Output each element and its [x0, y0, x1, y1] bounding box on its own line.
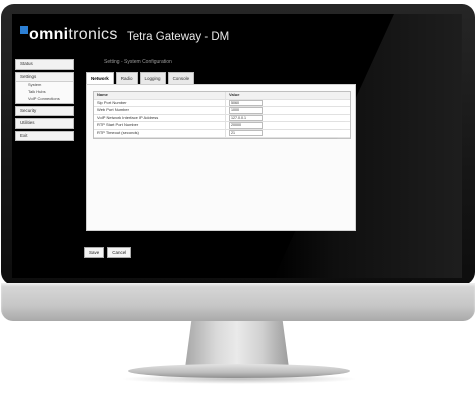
main-content: Setting - System Configuration Network R…	[84, 59, 356, 258]
tab-radio[interactable]: Radio	[115, 72, 138, 84]
monitor-chin	[1, 283, 475, 321]
setting-value-cell: 20000	[226, 122, 350, 129]
tab-console[interactable]: Console	[167, 72, 195, 84]
setting-name: VoIP Network Interface IP Address	[94, 114, 226, 122]
sidebar-item-exit[interactable]: Exit	[15, 130, 74, 142]
setting-name: RTP Timeout (seconds)	[94, 129, 226, 137]
sidebar-subitem-system[interactable]: System	[16, 82, 73, 89]
logo-square-icon	[20, 26, 28, 34]
sidebar-item-status[interactable]: Status	[15, 59, 74, 70]
tab-network[interactable]: Network	[86, 72, 114, 84]
rtp-start-port-input[interactable]: 20000	[229, 122, 263, 129]
sidebar-item-security[interactable]: Security	[15, 105, 74, 117]
sidebar-subitem-talk-hubs[interactable]: Talk Hubs	[16, 88, 73, 96]
sidebar-nav: Status Settings System Talk Hubs VoIP Co…	[15, 59, 74, 143]
tab-panel: Name Value Sip Port Number 5060 Web Port…	[86, 84, 356, 231]
tab-logging[interactable]: Logging	[139, 72, 166, 84]
setting-value-cell: 5060	[226, 99, 350, 107]
setting-value-cell: 1000	[226, 107, 350, 114]
logo-text-tronics: tronics	[68, 26, 118, 43]
setting-value-cell: 127.0.0.1	[226, 114, 350, 122]
table-row: RTP Timeout (seconds) 21	[94, 129, 350, 138]
monitor-stand-neck	[185, 321, 289, 368]
sidebar-item-utilities[interactable]: Utilities	[15, 118, 74, 129]
table-row: Sip Port Number 5060	[94, 99, 350, 108]
app-title: Tetra Gateway - DM	[127, 31, 230, 43]
sip-port-input[interactable]: 5060	[229, 99, 263, 106]
table-row: VoIP Network Interface IP Address 127.0.…	[94, 114, 350, 123]
column-header-name: Name	[94, 92, 226, 99]
table-header-row: Name Value	[94, 92, 350, 100]
sidebar-item-settings[interactable]: Settings	[16, 72, 73, 83]
monitor: omnitronics Tetra Gateway - DM Status Se…	[0, 0, 476, 396]
sidebar-group-settings: Settings System Talk Hubs VoIP Connectio…	[15, 71, 74, 104]
table-row: RTP Start Port Number 20000	[94, 122, 350, 130]
omnitronics-logo: omnitronics	[20, 26, 118, 44]
rtp-timeout-input[interactable]: 21	[229, 129, 263, 137]
monitor-stand-base	[128, 364, 350, 378]
web-port-input[interactable]: 1000	[229, 107, 263, 114]
settings-table: Name Value Sip Port Number 5060 Web Port…	[93, 91, 351, 139]
tab-bar: Network Radio Logging Console	[86, 72, 196, 84]
save-button[interactable]: Save	[84, 247, 105, 258]
setting-name: Web Port Number	[94, 107, 226, 114]
column-header-value: Value	[229, 92, 240, 97]
breadcrumb: Setting - System Configuration	[104, 59, 172, 65]
screen: omnitronics Tetra Gateway - DM Status Se…	[12, 14, 462, 278]
form-actions: Save Cancel	[84, 247, 134, 258]
app-header: omnitronics Tetra Gateway - DM	[12, 14, 462, 56]
cancel-button[interactable]: Cancel	[107, 247, 132, 258]
setting-name: RTP Start Port Number	[94, 122, 226, 129]
setting-value-cell: 21	[226, 129, 350, 137]
setting-name: Sip Port Number	[94, 99, 226, 107]
voip-ip-input[interactable]: 127.0.0.1	[229, 114, 263, 122]
table-row: Web Port Number 1000	[94, 107, 350, 115]
logo-text-omni: omni	[29, 26, 69, 43]
sidebar-subitem-voip-connections[interactable]: VoIP Connections	[16, 95, 73, 103]
